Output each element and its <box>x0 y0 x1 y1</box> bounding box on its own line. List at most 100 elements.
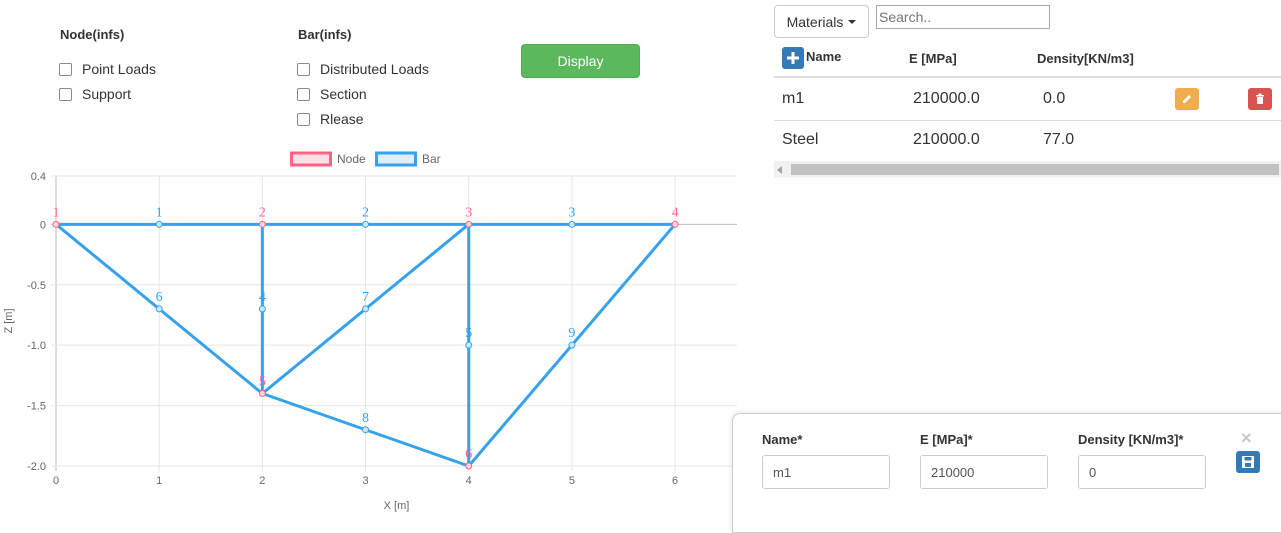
scroll-left-icon[interactable] <box>777 166 783 174</box>
delete-button[interactable] <box>1248 88 1272 110</box>
y-tick-label: -1.0 <box>27 340 46 352</box>
y-tick-label: 0.4 <box>31 171 46 183</box>
chart-legend: Node Bar <box>290 151 441 167</box>
chart-ticks: 0 1 2 3 4 5 60.40-0.5-1.0-1.5-2.0 <box>27 171 678 487</box>
legend-label: Node <box>337 152 366 166</box>
point-loads-option[interactable]: Point Loads <box>59 61 156 77</box>
section-option[interactable]: Section <box>297 86 367 102</box>
material-form-panel: Name* E [MPa]* Density [KN/m3]* × <box>732 413 1281 533</box>
form-density-label: Density [KN/m3]* <box>1078 432 1184 447</box>
legend-swatch <box>375 151 417 167</box>
x-tick-label: 2 <box>259 475 265 487</box>
y-tick-label: -1.5 <box>27 401 46 413</box>
x-tick-label: 0 <box>53 475 59 487</box>
form-name-label: Name* <box>762 432 803 447</box>
bar-midpoint <box>362 220 370 228</box>
support-option[interactable]: Support <box>59 86 131 102</box>
save-button[interactable] <box>1236 451 1260 473</box>
edit-button[interactable] <box>1175 88 1199 110</box>
y-tick-label: 0 <box>40 219 46 231</box>
form-e-input[interactable] <box>920 455 1048 489</box>
node-point <box>671 220 679 228</box>
bar-midpoint <box>362 426 370 434</box>
row-1-density: 0.0 <box>1043 90 1066 107</box>
add-material-button[interactable] <box>782 47 804 69</box>
bar-label: 4 <box>259 290 266 305</box>
node-point <box>465 220 473 228</box>
form-e-label: E [MPa]* <box>920 432 973 447</box>
x-tick-label: 3 <box>362 475 368 487</box>
chart-grid <box>51 175 737 471</box>
row-2-e: 210000.0 <box>913 131 980 148</box>
node-point <box>52 220 60 228</box>
bar-label: 1 <box>156 205 163 220</box>
support-label: Support <box>82 86 132 102</box>
col-density-header: Density[KN/m3] <box>1037 51 1134 66</box>
node-label: 2 <box>259 205 266 220</box>
trash-icon <box>1256 93 1264 104</box>
release-checkbox[interactable] <box>297 112 310 126</box>
row-2-name: Steel <box>782 131 819 148</box>
bar-midpoint <box>465 341 473 349</box>
bar-midpoint <box>568 220 576 228</box>
node-label: 3 <box>465 205 472 220</box>
caret-down-icon <box>848 19 857 24</box>
form-density-input[interactable] <box>1078 455 1206 489</box>
node-label: 1 <box>53 205 60 220</box>
row-1-e: 210000.0 <box>913 90 980 107</box>
scrollbar-thumb[interactable] <box>791 164 1279 175</box>
distributed-loads-label: Distributed Loads <box>320 61 429 77</box>
search-input[interactable] <box>876 5 1050 29</box>
node-label: 5 <box>259 375 266 390</box>
bar-midpoint <box>362 305 370 313</box>
row-2-density: 77.0 <box>1043 131 1075 148</box>
legend-swatch <box>290 151 332 167</box>
materials-dropdown[interactable]: Materials <box>774 5 869 38</box>
structure-chart: 0 1 2 3 4 5 60.40-0.5-1.0-1.5-2.0 1 2 3456 7891 2 3… <box>3 151 737 512</box>
row-divider <box>774 120 1281 121</box>
node-point <box>465 462 473 470</box>
bar-label: 6 <box>156 290 163 305</box>
x-axis-label: X [m] <box>384 500 410 512</box>
y-axis-label: Z [m] <box>3 308 15 333</box>
bar-label: 7 <box>362 290 369 305</box>
close-icon[interactable]: × <box>1241 428 1252 449</box>
form-name-input[interactable] <box>762 455 890 489</box>
y-tick-label: -0.5 <box>27 280 46 292</box>
node-infs-header: Node(infs) <box>60 27 125 42</box>
point-loads-label: Point Loads <box>82 61 156 77</box>
display-button[interactable]: Display <box>521 44 640 78</box>
release-label: Rlease <box>320 111 364 127</box>
bar-label: 9 <box>568 326 575 341</box>
bar-midpoint <box>568 341 576 349</box>
section-label: Section <box>320 86 367 102</box>
col-name-header: Name <box>806 49 842 64</box>
node-label: 6 <box>465 447 472 462</box>
node-point <box>258 220 266 228</box>
bar-label: 3 <box>568 205 575 220</box>
horizontal-scrollbar[interactable] <box>774 161 1281 178</box>
bar-label: 8 <box>362 411 369 426</box>
point-loads-checkbox[interactable] <box>59 62 72 76</box>
y-tick-label: -2.0 <box>27 461 46 473</box>
bar-midpoint <box>155 305 163 313</box>
plus-icon <box>787 52 799 64</box>
materials-dropdown-label: Materials <box>786 13 844 30</box>
x-tick-label: 6 <box>672 475 678 487</box>
save-icon <box>1242 456 1254 468</box>
bar-infs-header: Bar(infs) <box>298 27 352 42</box>
bar-midpoint <box>155 220 163 228</box>
pencil-icon <box>1183 95 1191 103</box>
x-tick-label: 1 <box>156 475 162 487</box>
node-point <box>258 390 266 397</box>
x-tick-label: 4 <box>466 475 472 487</box>
section-checkbox[interactable] <box>297 87 310 101</box>
distributed-loads-option[interactable]: Distributed Loads <box>297 61 429 77</box>
legend-label: Bar <box>422 152 441 166</box>
col-e-header: E [MPa] <box>909 51 957 66</box>
support-checkbox[interactable] <box>59 87 72 101</box>
release-option[interactable]: Rlease <box>297 111 364 127</box>
table-header-divider <box>774 76 1281 78</box>
distributed-loads-checkbox[interactable] <box>297 62 310 76</box>
bar-label: 5 <box>465 326 472 341</box>
